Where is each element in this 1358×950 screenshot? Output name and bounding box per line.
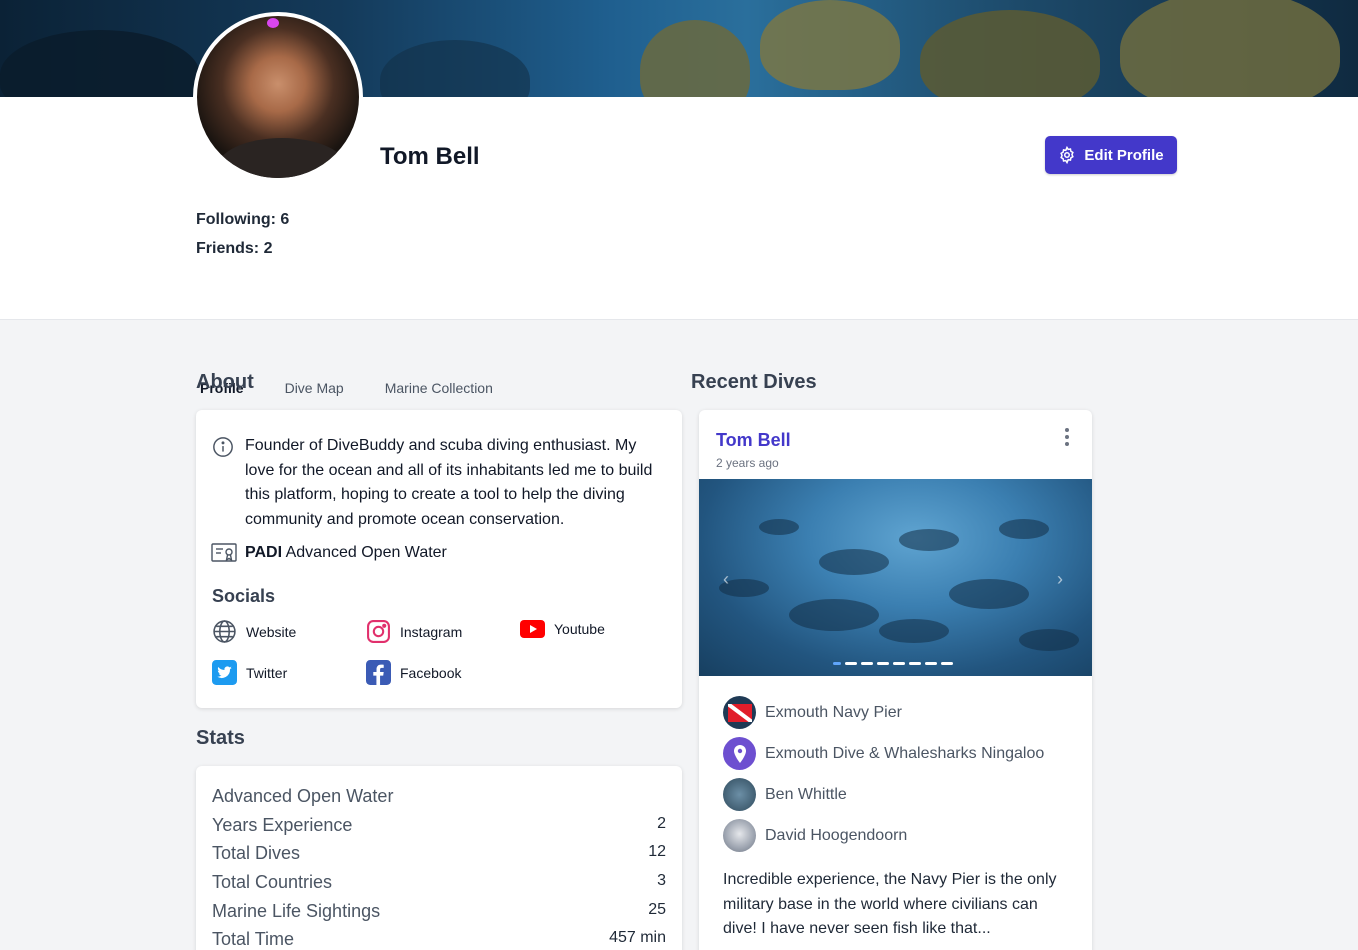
cert-agency: PADI bbox=[245, 544, 283, 561]
stat-value: 25 bbox=[648, 900, 666, 918]
gear-icon bbox=[1060, 146, 1075, 164]
stat-label: Total Dives bbox=[212, 843, 301, 864]
carousel-next-icon[interactable]: › bbox=[1057, 569, 1063, 590]
stat-value: 12 bbox=[648, 843, 666, 861]
instagram-icon bbox=[367, 620, 390, 643]
dive-buddy[interactable]: David Hoogendoorn bbox=[723, 819, 907, 852]
carousel-indicators bbox=[833, 662, 953, 665]
carousel-dot[interactable] bbox=[941, 662, 953, 665]
carousel-dot[interactable] bbox=[845, 662, 857, 665]
stat-row: Total Countries 3 bbox=[212, 872, 666, 901]
carousel-dot[interactable] bbox=[833, 662, 841, 665]
dive-timestamp: 2 years ago bbox=[716, 456, 779, 470]
dive-buddy-name: David Hoogendoorn bbox=[765, 826, 908, 844]
stat-label: Advanced Open Water bbox=[212, 786, 394, 806]
stat-label: Total Time bbox=[212, 929, 295, 950]
social-link-youtube[interactable]: Youtube bbox=[520, 619, 605, 639]
carousel-dot[interactable] bbox=[909, 662, 921, 665]
social-label: Facebook bbox=[400, 664, 462, 681]
stats-card: Advanced Open Water Years Experience 2 T… bbox=[196, 766, 682, 950]
dive-flag-icon bbox=[723, 696, 756, 729]
stat-row: Marine Life Sightings 25 bbox=[212, 901, 666, 930]
stats-heading: Stats bbox=[196, 727, 245, 749]
dive-card: Tom Bell 2 years ago ‹ › Exmouth Navy Pi… bbox=[699, 410, 1092, 950]
stat-label: Total Countries bbox=[212, 872, 333, 893]
stat-value: 457 min bbox=[609, 929, 666, 947]
social-link-twitter[interactable]: Twitter bbox=[212, 660, 287, 685]
carousel-dot[interactable] bbox=[925, 662, 937, 665]
edit-profile-label: Edit Profile bbox=[1084, 146, 1164, 164]
avatar bbox=[723, 778, 756, 811]
social-label: Youtube bbox=[554, 621, 605, 637]
carousel-prev-icon[interactable]: ‹ bbox=[723, 569, 729, 590]
cert-level: Advanced Open Water bbox=[285, 544, 447, 561]
edit-profile-button[interactable]: Edit Profile bbox=[1045, 136, 1177, 174]
social-link-facebook[interactable]: Facebook bbox=[366, 660, 461, 685]
social-link-instagram[interactable]: Instagram bbox=[366, 619, 462, 644]
about-card: Founder of DiveBuddy and scuba diving en… bbox=[196, 410, 682, 708]
dive-buddy[interactable]: Ben Whittle bbox=[723, 778, 847, 811]
dive-photo-carousel[interactable]: ‹ › bbox=[699, 479, 1092, 676]
location-pin-icon bbox=[723, 737, 756, 770]
social-label: Twitter bbox=[246, 664, 288, 681]
following-count[interactable]: Following: 6 bbox=[196, 205, 289, 234]
stat-label: Marine Life Sightings bbox=[212, 900, 381, 921]
stat-row: Years Experience 2 bbox=[212, 815, 666, 844]
carousel-dot[interactable] bbox=[893, 662, 905, 665]
dive-operator-name: Exmouth Dive & Whalesharks Ningaloo bbox=[765, 744, 1045, 762]
info-icon bbox=[213, 437, 233, 457]
avatar bbox=[723, 819, 756, 852]
social-label: Instagram bbox=[400, 623, 463, 640]
dive-author[interactable]: Tom Bell bbox=[716, 430, 791, 451]
stats-certification: Advanced Open Water bbox=[212, 786, 666, 815]
socials-heading: Socials bbox=[212, 586, 276, 606]
youtube-icon bbox=[520, 620, 545, 638]
dive-site[interactable]: Exmouth Navy Pier bbox=[723, 696, 902, 729]
carousel-dot[interactable] bbox=[861, 662, 873, 665]
dive-site-name: Exmouth Navy Pier bbox=[765, 703, 902, 721]
stat-row: Total Dives 12 bbox=[212, 843, 666, 872]
stat-row: Total Time 457 min bbox=[212, 929, 666, 950]
certification: PADI Advanced Open Water bbox=[245, 544, 447, 562]
twitter-icon bbox=[212, 660, 237, 685]
social-label: Website bbox=[246, 623, 297, 640]
facebook-icon bbox=[366, 660, 391, 685]
globe-icon bbox=[213, 620, 236, 643]
about-heading: About bbox=[196, 371, 254, 393]
stat-label: Years Experience bbox=[212, 814, 353, 835]
more-options-icon[interactable] bbox=[1061, 426, 1073, 448]
stat-value: 2 bbox=[657, 814, 666, 832]
follow-counts: Following: 6 Friends: 2 bbox=[196, 205, 289, 263]
social-link-website[interactable]: Website bbox=[212, 619, 296, 644]
profile-name: Tom Bell bbox=[380, 143, 480, 170]
dive-description: Incredible experience, the Navy Pier is … bbox=[723, 871, 1057, 938]
stat-value: 3 bbox=[657, 872, 666, 890]
avatar bbox=[193, 12, 363, 182]
friends-count[interactable]: Friends: 2 bbox=[196, 234, 289, 263]
dive-buddy-name: Ben Whittle bbox=[765, 785, 847, 803]
carousel-dot[interactable] bbox=[877, 662, 889, 665]
bio-text: Founder of DiveBuddy and scuba diving en… bbox=[245, 437, 653, 528]
certificate-icon bbox=[211, 543, 237, 562]
recent-dives-heading: Recent Dives bbox=[691, 371, 817, 393]
dive-operator[interactable]: Exmouth Dive & Whalesharks Ningaloo bbox=[723, 737, 1044, 770]
